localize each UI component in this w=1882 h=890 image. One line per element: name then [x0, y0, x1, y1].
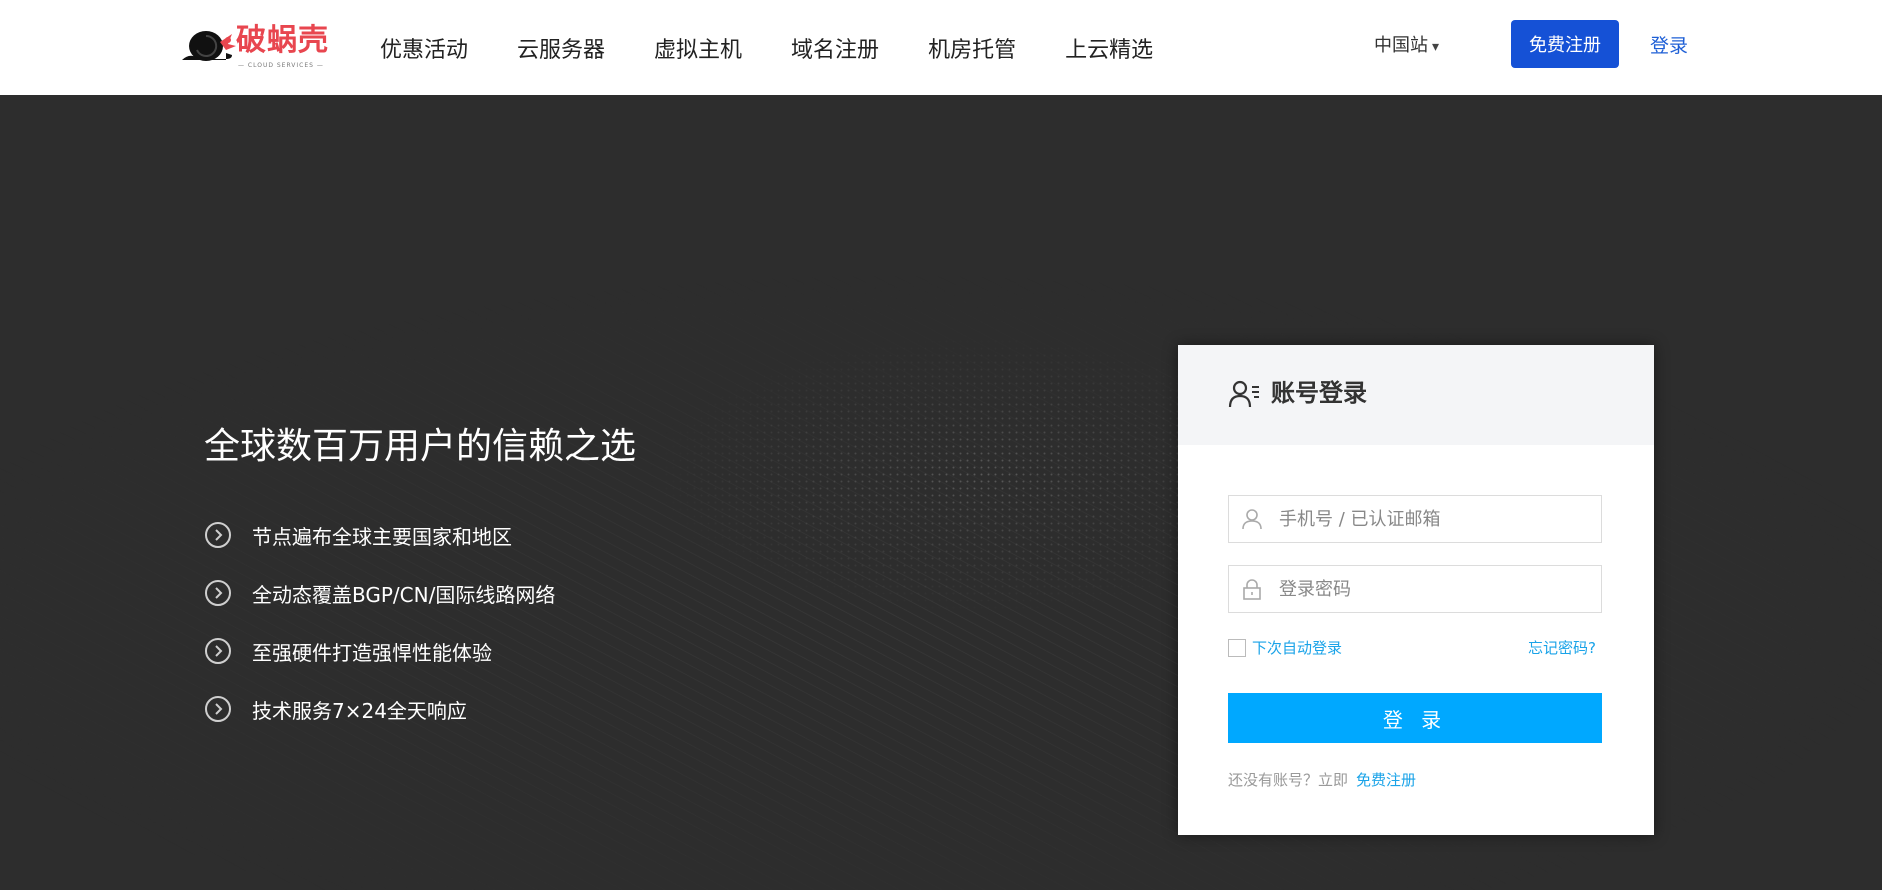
signup-link[interactable]: 免费注册	[1356, 771, 1416, 789]
feature-item: 节点遍布全球主要国家和地区	[204, 519, 512, 551]
nav-item-cloud-servers[interactable]: 云服务器	[517, 32, 605, 64]
header-register-button[interactable]: 免费注册	[1511, 20, 1619, 68]
snail-logo-icon	[182, 31, 236, 61]
signup-prompt: 还没有账号？立即	[1228, 771, 1349, 789]
user-list-icon	[1228, 380, 1259, 408]
password-field	[1228, 565, 1602, 613]
login-submit-button[interactable]: 登 录	[1228, 693, 1602, 743]
signup-line: 还没有账号？立即 免费注册	[1228, 769, 1416, 790]
login-title: 账号登录	[1271, 379, 1367, 407]
logo-text: 破蜗壳	[236, 23, 329, 58]
nav-item-colocation[interactable]: 机房托管	[928, 32, 1016, 64]
region-selector[interactable]: 中国站 ▾	[1374, 33, 1439, 60]
chevron-right-circle-icon	[205, 696, 231, 722]
remember-me[interactable]: 下次自动登录	[1228, 637, 1342, 658]
feature-text: 至强硬件打造强悍性能体验	[252, 640, 492, 665]
feature-text: 技术服务7×24全天响应	[252, 698, 467, 723]
password-input[interactable]	[1279, 566, 1589, 612]
nav-item-promotions[interactable]: 优惠活动	[380, 32, 468, 64]
user-icon	[1242, 509, 1262, 530]
feature-text: 节点遍布全球主要国家和地区	[252, 524, 512, 549]
lock-icon	[1243, 579, 1261, 600]
nav-item-cloud-picks[interactable]: 上云精选	[1065, 32, 1153, 64]
login-card-header: 账号登录	[1178, 345, 1654, 445]
header-login-link[interactable]: 登录	[1650, 33, 1688, 59]
site-logo[interactable]: 破蜗壳 — CLOUD SERVICES —	[180, 22, 340, 72]
chevron-right-circle-icon	[205, 522, 231, 548]
feature-text: 全动态覆盖BGP/CN/国际线路网络	[252, 582, 556, 607]
main-nav: 优惠活动 云服务器 虚拟主机 域名注册 机房托管 上云精选	[380, 0, 1202, 95]
username-input[interactable]	[1279, 496, 1589, 542]
caret-down-icon: ▾	[1432, 39, 1440, 55]
logo-subtitle: — CLOUD SERVICES —	[238, 62, 324, 69]
region-label: 中国站	[1374, 35, 1428, 56]
chevron-right-circle-icon	[205, 580, 231, 606]
chevron-right-circle-icon	[205, 638, 231, 664]
username-field	[1228, 495, 1602, 543]
remember-label: 下次自动登录	[1252, 639, 1343, 657]
login-card: 账号登录 下次自动登录 忘记密码? 登 录 还没有账号？立即免费注册	[1178, 345, 1654, 835]
feature-item: 至强硬件打造强悍性能体验	[204, 635, 492, 667]
feature-item: 全动态覆盖BGP/CN/国际线路网络	[204, 577, 555, 609]
forgot-password-link[interactable]: 忘记密码?	[1528, 637, 1596, 658]
hero-title: 全球数百万用户的信赖之选	[204, 426, 637, 467]
feature-item: 技术服务7×24全天响应	[204, 693, 467, 725]
nav-item-domain-registration[interactable]: 域名注册	[791, 32, 879, 64]
top-header: 破蜗壳 — CLOUD SERVICES — 优惠活动 云服务器 虚拟主机 域名…	[0, 0, 1882, 95]
remember-checkbox[interactable]	[1228, 638, 1246, 657]
nav-item-virtual-hosting[interactable]: 虚拟主机	[654, 32, 742, 64]
